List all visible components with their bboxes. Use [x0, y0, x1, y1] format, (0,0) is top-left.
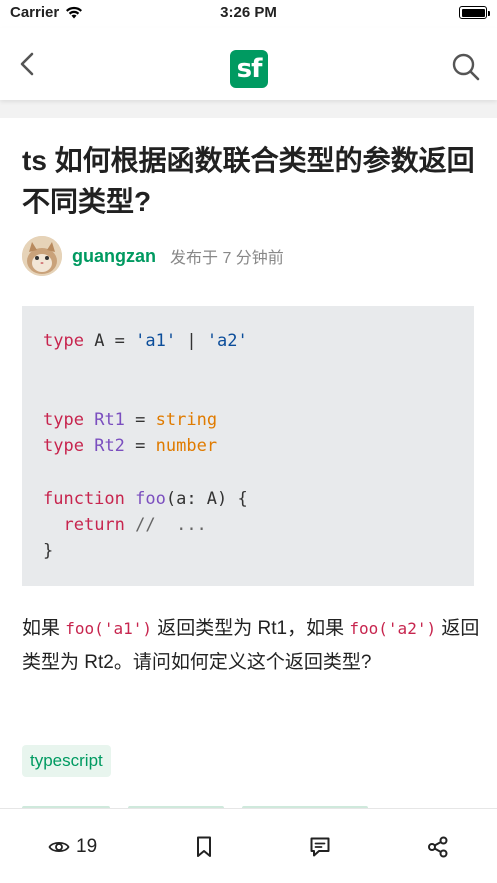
post-card: ts 如何根据函数联合类型的参数返回不同类型? guangzan 发布于 7 分…	[0, 118, 497, 810]
chevron-left-icon[interactable]	[14, 50, 42, 78]
code-line: type Rt2 = number	[43, 433, 453, 459]
code-token: =	[124, 436, 156, 457]
code-token: type	[43, 436, 84, 457]
code-line: }	[43, 538, 453, 564]
tag-typescript[interactable]: typescript	[22, 745, 111, 777]
inline-code: foo('a1')	[65, 619, 152, 638]
views-count: 19	[76, 836, 98, 857]
navigation-bar: sf	[0, 28, 497, 100]
code-line: type A = 'a1' | 'a2'	[43, 328, 453, 354]
battery-icon	[459, 6, 490, 19]
bottom-action-bar: 19	[0, 808, 497, 883]
code-token: foo	[135, 488, 166, 509]
author-row: guangzan 发布于 7 分钟前	[22, 236, 284, 276]
code-token: Rt1	[94, 409, 125, 430]
status-bar: Carrier 3:26 PM	[0, 0, 497, 28]
eye-icon	[48, 841, 70, 853]
body-text: 返回类型为 Rt1，如果	[151, 618, 350, 639]
code-token: return	[63, 515, 125, 536]
body-text: 如果	[22, 618, 66, 639]
code-block: type A = 'a1' | 'a2' type Rt1 = string typ…	[22, 306, 474, 586]
code-token: (a: A) {	[165, 488, 248, 509]
code-token: string	[155, 409, 218, 430]
code-token: =	[124, 409, 156, 430]
inline-code: foo('a2')	[349, 619, 437, 638]
clock: 3:26 PM	[220, 4, 277, 21]
share-icon[interactable]	[427, 835, 449, 859]
code-token: Rt2	[94, 436, 125, 457]
code-token: type	[43, 331, 84, 351]
search-icon[interactable]	[451, 52, 481, 82]
comment-icon[interactable]	[309, 835, 331, 859]
publish-time: 发布于 7 分钟前	[170, 250, 284, 267]
bookmark-icon[interactable]	[195, 835, 213, 859]
views-counter[interactable]: 19	[48, 835, 97, 859]
code-token: type	[43, 409, 84, 430]
code-token: 'a1'	[135, 331, 177, 351]
post-body: 如果 foo('a1') 返回类型为 Rt1，如果 foo('a2') 返回类型…	[22, 612, 482, 680]
avatar[interactable]	[22, 236, 62, 276]
code-line: return // ...	[43, 512, 453, 538]
code-token: A =	[83, 331, 136, 351]
sf-logo[interactable]: sf	[230, 50, 268, 88]
author-name[interactable]: guangzan	[72, 246, 156, 267]
code-token: number	[155, 436, 218, 457]
code-token: // ...	[124, 515, 207, 536]
code-token: function	[43, 488, 125, 509]
avatar-image	[22, 236, 62, 276]
code-token: |	[176, 331, 207, 351]
post-title: ts 如何根据函数联合类型的参数返回不同类型?	[22, 145, 475, 217]
code-token: 'a2'	[206, 331, 248, 351]
code-line: type Rt1 = string	[43, 407, 453, 433]
code-token: }	[43, 541, 54, 562]
code-line: function foo(a: A) {	[43, 486, 453, 512]
